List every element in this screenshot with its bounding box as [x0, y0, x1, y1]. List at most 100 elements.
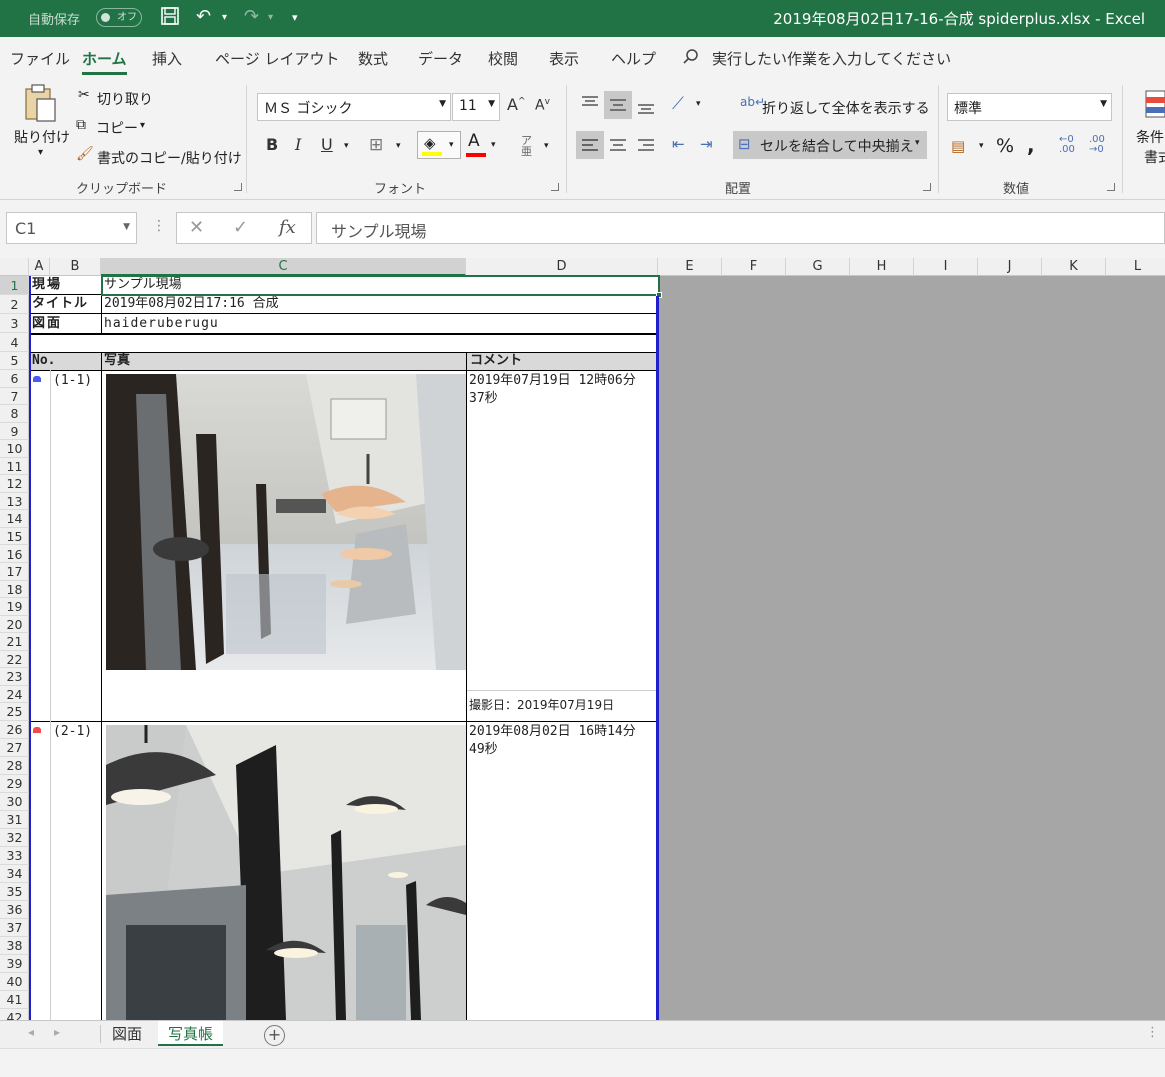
number-format-select[interactable]: 標準 ▼ [947, 93, 1112, 121]
entry-id[interactable]: (2-1) [53, 723, 92, 741]
row-header[interactable]: 3 [0, 314, 29, 333]
bold-button[interactable]: B [266, 135, 278, 154]
row-header[interactable]: 1 [0, 276, 29, 295]
align-top-icon[interactable] [580, 93, 600, 113]
row-header[interactable]: 13 [0, 493, 29, 511]
entry-comment-line1[interactable]: 2019年08月02日 16時14分 [469, 723, 636, 741]
row-header[interactable]: 32 [0, 829, 29, 847]
redo-dropdown-icon[interactable]: ▾ [268, 12, 273, 23]
border-icon[interactable]: ⊞ [369, 135, 383, 155]
header-comment[interactable]: コメント [470, 352, 522, 370]
align-bottom-icon[interactable] [636, 97, 656, 117]
orientation-dropdown-icon[interactable]: ▾ [696, 99, 701, 109]
phonetic-icon[interactable]: ア亜 [521, 135, 532, 157]
clipboard-launcher-icon[interactable] [234, 183, 242, 191]
font-size-select[interactable]: 11 ▼ [452, 93, 500, 121]
align-right-icon[interactable] [636, 135, 656, 155]
row-header[interactable]: 2 [0, 295, 29, 314]
currency-dropdown-icon[interactable]: ▾ [979, 141, 984, 151]
row-header[interactable]: 15 [0, 528, 29, 546]
row-header[interactable]: 10 [0, 440, 29, 458]
paste-button[interactable]: 貼り付け [14, 127, 70, 147]
row-header[interactable]: 25 [0, 703, 29, 721]
row-header[interactable]: 26 [0, 721, 29, 739]
entry-comment-line2[interactable]: 49秒 [469, 741, 498, 759]
increase-decimal-icon[interactable]: ←0.00 [1059, 135, 1075, 155]
column-header-g[interactable]: G [786, 258, 850, 276]
percent-icon[interactable]: % [996, 135, 1014, 157]
tab-data[interactable]: データ [418, 48, 463, 69]
row-header[interactable]: 21 [0, 633, 29, 651]
row-header[interactable]: 38 [0, 937, 29, 955]
sheet-tab-drawing[interactable]: 図面 [102, 1021, 152, 1046]
sheet-tab-photo-album[interactable]: 写真帳 [158, 1021, 224, 1046]
tab-insert[interactable]: 挿入 [152, 48, 182, 69]
photo-1[interactable] [106, 374, 466, 670]
decrease-decimal-icon[interactable]: .00 →0 [1089, 135, 1105, 155]
column-header-f[interactable]: F [722, 258, 786, 276]
font-launcher-icon[interactable] [551, 183, 559, 191]
wrap-text-button[interactable]: 折り返して全体を表示する [762, 98, 930, 118]
tab-help[interactable]: ヘルプ [611, 48, 656, 69]
currency-icon[interactable]: ▤ [951, 137, 965, 155]
align-center-icon[interactable] [608, 135, 628, 155]
column-header-l[interactable]: L [1106, 258, 1165, 276]
row-header[interactable]: 42 [0, 1009, 29, 1020]
row-header[interactable]: 34 [0, 865, 29, 883]
row-header[interactable]: 14 [0, 510, 29, 528]
copy-dropdown-icon[interactable]: ▾ [140, 120, 145, 131]
paste-dropdown-icon[interactable]: ▾ [38, 147, 43, 158]
conditional-format-label[interactable]: 条件 [1136, 127, 1164, 147]
row-header[interactable]: 28 [0, 757, 29, 775]
column-header-d[interactable]: D [466, 258, 658, 276]
next-sheet-icon[interactable]: ▸ [54, 1025, 60, 1039]
increase-font-icon[interactable]: A^ [507, 95, 526, 114]
comma-style-icon[interactable]: , [1027, 133, 1035, 157]
drawing-value[interactable]: haideruberugu [104, 315, 219, 333]
fill-color-button[interactable]: ◈ ▾ [417, 131, 461, 159]
row-header[interactable]: 39 [0, 955, 29, 973]
row-header[interactable]: 41 [0, 991, 29, 1009]
autosave-toggle[interactable]: オフ [96, 8, 142, 27]
row-header[interactable]: 30 [0, 793, 29, 811]
entry-comment-line1[interactable]: 2019年07月19日 12時06分 [469, 372, 636, 390]
row-header[interactable]: 12 [0, 475, 29, 493]
tab-view[interactable]: 表示 [549, 48, 579, 69]
row-header[interactable]: 24 [0, 686, 29, 704]
italic-button[interactable]: I [295, 135, 301, 154]
row-header[interactable]: 18 [0, 581, 29, 599]
row-header[interactable]: 29 [0, 775, 29, 793]
row-header[interactable]: 33 [0, 847, 29, 865]
merge-center-button[interactable]: ⊟ セルを結合して中央揃え ▾ [733, 131, 927, 159]
row-header[interactable]: 27 [0, 739, 29, 757]
sheet-content[interactable]: 現場 サンプル現場 タイトル 2019年08月02日17:16 合成 図面 ha… [29, 275, 662, 1020]
column-header-k[interactable]: K [1042, 258, 1106, 276]
prev-sheet-icon[interactable]: ◂ [28, 1025, 34, 1039]
row-header[interactable]: 16 [0, 546, 29, 564]
drag-handle-icon[interactable]: ⋮ [152, 218, 166, 234]
entry-shooting-date[interactable]: 撮影日：2019年07月19日 [469, 696, 614, 714]
border-dropdown-icon[interactable]: ▾ [396, 141, 401, 151]
align-left-icon[interactable] [576, 131, 604, 159]
tab-home[interactable]: ホーム [82, 48, 127, 75]
tell-me-input[interactable]: 実行したい作業を入力してください [712, 48, 951, 69]
undo-dropdown-icon[interactable]: ▾ [222, 12, 227, 23]
title-value[interactable]: 2019年08月02日17:16 合成 [104, 295, 279, 313]
column-header-h[interactable]: H [850, 258, 914, 276]
cut-button[interactable]: 切り取り [97, 89, 153, 109]
tab-file[interactable]: ファイル [10, 48, 70, 69]
alignment-launcher-icon[interactable] [923, 183, 931, 191]
row-header[interactable]: 4 [0, 333, 29, 352]
formula-input[interactable]: サンプル現場 [316, 212, 1165, 244]
column-header-c[interactable]: C [101, 258, 466, 276]
worksheet-grid[interactable]: A B C D E F G H I J K L 1 2 3 4 5 6 7 8 9 10 11 12 1… [0, 258, 1165, 1020]
number-launcher-icon[interactable] [1107, 183, 1115, 191]
tab-formulas[interactable]: 数式 [358, 48, 388, 69]
underline-dropdown-icon[interactable]: ▾ [344, 141, 349, 151]
customize-qat-icon[interactable]: ▾ [292, 11, 298, 24]
row-header[interactable]: 36 [0, 901, 29, 919]
add-sheet-icon[interactable]: + [264, 1025, 285, 1046]
photo-2[interactable] [106, 725, 466, 1020]
paste-icon[interactable] [20, 83, 64, 123]
format-painter-button[interactable]: 書式のコピー/貼り付け [97, 148, 242, 168]
